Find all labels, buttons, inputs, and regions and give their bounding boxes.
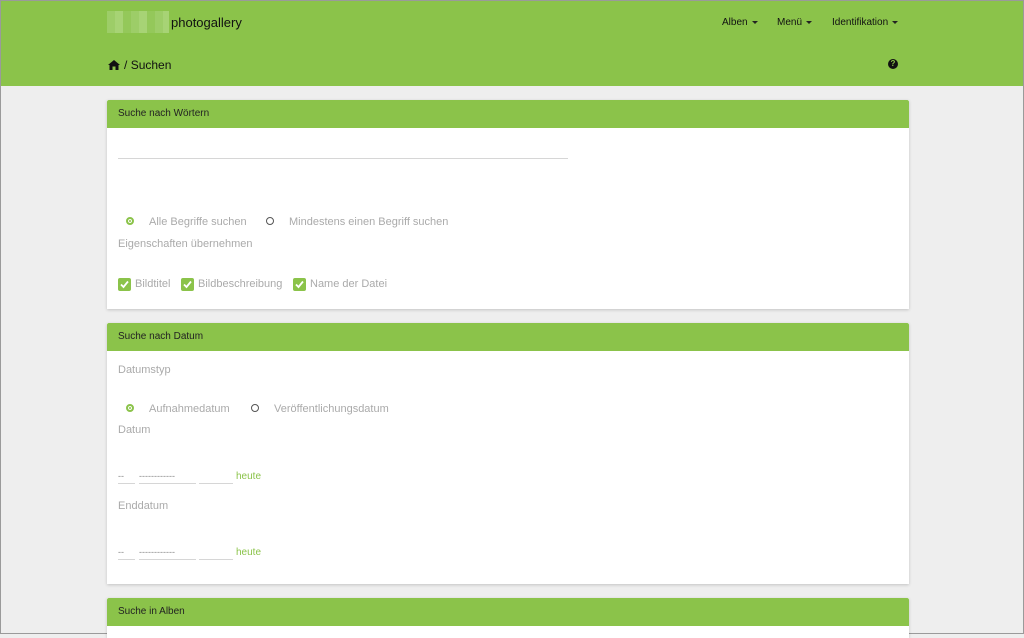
search-date-card: Suche nach Datum Datumstyp Aufnahmedatum… [107,323,909,584]
end-today-link[interactable]: heute [236,547,261,558]
search-albums-header: Suche in Alben [107,598,909,626]
checkbox-title-label[interactable]: Bildtitel [135,278,170,290]
menu-identification-label: Identifikation [832,17,889,28]
caret-down-icon [806,20,813,24]
search-words-card: Suche nach Wörtern Alle Begriffe suchen … [107,100,909,309]
breadcrumb: / Suchen [108,58,171,73]
end-date-label: Enddatum [118,500,169,512]
checkbox-description-label[interactable]: Bildbeschreibung [198,278,282,290]
search-albums-card: Suche in Alben [107,598,909,638]
properties-label: Eigenschaften übernehmen [118,238,253,250]
page-title: Suchen [130,58,172,72]
radio-any-term[interactable] [266,217,274,225]
check-icon [295,280,304,289]
caret-down-icon [892,20,899,24]
end-month-select[interactable]: ------------ [139,545,196,560]
brand-logo-blurred [107,11,169,33]
breadcrumb-separator: / [124,58,128,72]
start-date-label: Datum [118,424,151,436]
start-today-link[interactable]: heute [236,471,261,482]
date-type-label: Datumstyp [118,364,171,376]
search-words-input[interactable] [118,140,568,159]
checkbox-filename-label[interactable]: Name der Datei [310,278,387,290]
help-icon[interactable]: ? [888,59,898,69]
menu-identification[interactable]: Identifikation [832,17,899,28]
menu-main-label: Menü [777,17,803,28]
brand-title[interactable]: photogallery [171,15,242,30]
check-icon [183,280,192,289]
caret-down-icon [751,20,758,24]
top-navbar: photogallery Alben Menü Identifikation /… [1,1,1023,86]
menu-albums-label: Alben [722,17,748,28]
menu-albums[interactable]: Alben [722,17,758,28]
radio-all-terms[interactable] [126,217,134,225]
checkbox-title[interactable] [118,278,131,291]
start-month-select[interactable]: ------------ [139,469,196,484]
checkbox-description[interactable] [181,278,194,291]
start-year-input[interactable] [199,469,233,484]
radio-capture-date[interactable] [126,404,134,412]
menu-main[interactable]: Menü [777,17,813,28]
start-day-select[interactable]: -- [118,469,135,484]
radio-publish-date-label[interactable]: Veröffentlichungsdatum [274,403,389,415]
radio-capture-date-label[interactable]: Aufnahmedatum [149,403,230,415]
end-year-input[interactable] [199,545,233,560]
home-icon[interactable] [108,59,120,73]
check-icon [120,280,129,289]
checkbox-filename[interactable] [293,278,306,291]
radio-any-term-label[interactable]: Mindestens einen Begriff suchen [289,216,448,228]
search-words-header: Suche nach Wörtern [107,100,909,128]
end-day-select[interactable]: -- [118,545,135,560]
radio-all-terms-label[interactable]: Alle Begriffe suchen [149,216,247,228]
search-date-header: Suche nach Datum [107,323,909,351]
radio-publish-date[interactable] [251,404,259,412]
